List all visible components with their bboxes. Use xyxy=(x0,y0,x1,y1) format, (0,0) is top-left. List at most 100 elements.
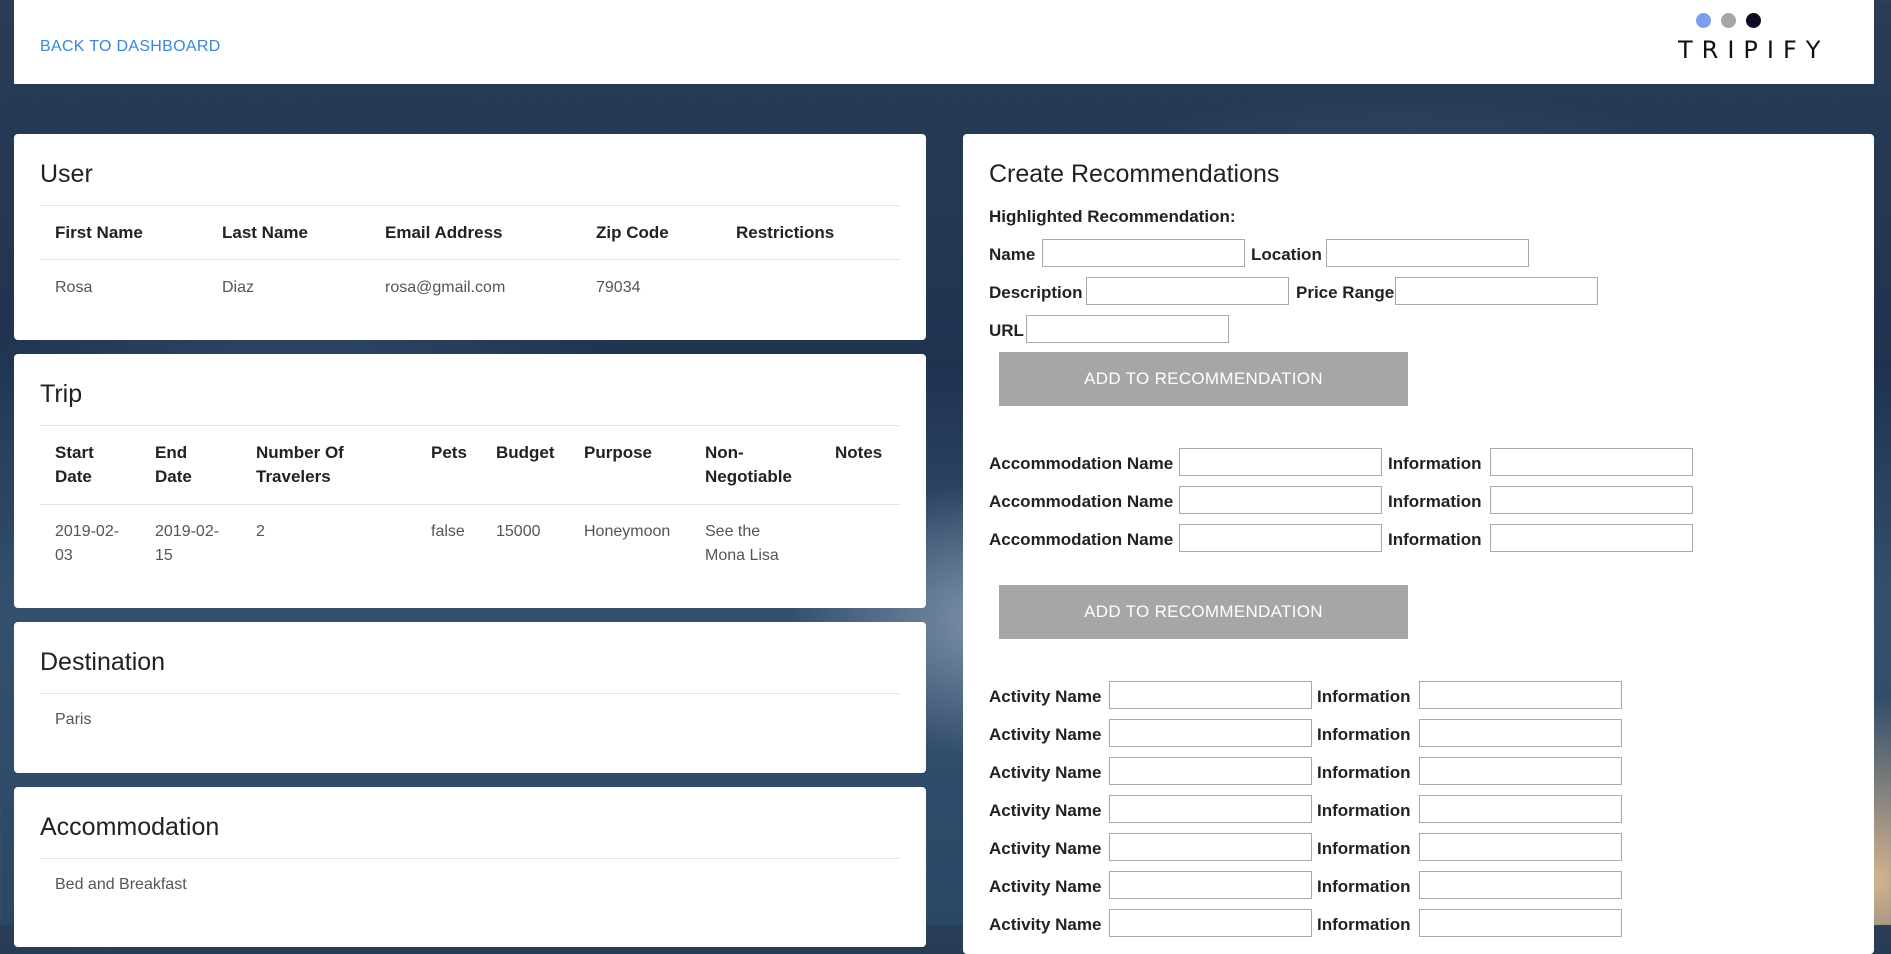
trip-header-line: Purpose xyxy=(584,443,653,462)
activity-name-input[interactable] xyxy=(1109,795,1312,823)
top-bar: BACK TO DASHBOARD TRIPIFY xyxy=(14,0,1874,84)
create-recommendations-card: Create Recommendations Highlighted Recom… xyxy=(963,134,1874,954)
information-label: Information xyxy=(1317,915,1411,934)
divider xyxy=(40,693,900,694)
destination-card: Destination Paris xyxy=(14,622,926,773)
user-header-restrictions: Restrictions xyxy=(736,223,835,242)
information-input[interactable] xyxy=(1419,681,1622,709)
divider xyxy=(40,259,900,260)
trip-header-purpose: Purpose xyxy=(584,441,652,465)
information-label: Information xyxy=(1317,839,1411,858)
information-label: Information xyxy=(1388,454,1482,473)
information-input[interactable] xyxy=(1419,719,1622,747)
information-input[interactable] xyxy=(1419,795,1622,823)
trip-value-pets: false xyxy=(431,520,465,544)
activity-name-input[interactable] xyxy=(1109,719,1312,747)
information-label: Information xyxy=(1317,801,1411,820)
information-input[interactable] xyxy=(1490,524,1693,552)
information-input[interactable] xyxy=(1490,448,1693,476)
information-input[interactable] xyxy=(1419,871,1622,899)
activity-name-input[interactable] xyxy=(1109,757,1312,785)
trip-value-line: Honeymoon xyxy=(584,523,671,540)
activity-name-label: Activity Name xyxy=(989,915,1102,934)
trip-value-line: false xyxy=(431,523,465,540)
tripify-logo[interactable]: TRIPIFY xyxy=(1678,12,1848,64)
trip-value-travelers: 2 xyxy=(256,520,265,544)
trip-header-line: End xyxy=(155,443,188,462)
trip-header-line: Budget xyxy=(496,443,555,462)
destination-card-title: Destination xyxy=(40,648,166,676)
activity-name-input[interactable] xyxy=(1109,833,1312,861)
trip-value-purpose: Honeymoon xyxy=(584,520,670,544)
user-header-last-name: Last Name xyxy=(222,223,308,242)
url-input[interactable] xyxy=(1026,315,1229,343)
destination-value: Paris xyxy=(55,711,92,728)
accommodation-name-input[interactable] xyxy=(1179,524,1382,552)
divider xyxy=(40,858,900,859)
trip-value-line: 15000 xyxy=(496,523,541,540)
location-input[interactable] xyxy=(1326,239,1529,267)
trip-card-title: Trip xyxy=(40,380,83,408)
user-card: User First Name Last Name Email Address … xyxy=(14,134,926,340)
location-label: Location xyxy=(1251,245,1322,264)
trip-header-travelers: Number Of Travelers xyxy=(256,441,344,489)
back-to-dashboard-link[interactable]: BACK TO DASHBOARD xyxy=(40,38,221,56)
add-accommodations-button[interactable]: ADD TO RECOMMENDATION xyxy=(999,585,1408,639)
user-first-name: Rosa xyxy=(55,279,93,296)
information-input[interactable] xyxy=(1490,486,1693,514)
user-header-zip: Zip Code xyxy=(596,223,669,242)
name-label: Name xyxy=(989,245,1036,264)
accommodation-name-input[interactable] xyxy=(1179,448,1382,476)
logo-wordmark: TRIPIFY xyxy=(1678,36,1830,64)
url-label: URL xyxy=(989,321,1024,340)
information-input[interactable] xyxy=(1419,757,1622,785)
price-range-input[interactable] xyxy=(1395,277,1598,305)
add-highlighted-recommendation-button[interactable]: ADD TO RECOMMENDATION xyxy=(999,352,1408,406)
user-header-email: Email Address xyxy=(385,223,503,242)
trip-header-line: Travelers xyxy=(256,467,331,486)
trip-value-non-negotiable: See the Mona Lisa xyxy=(705,520,779,568)
trip-header-line: Start xyxy=(55,443,94,462)
trip-value-line: 2019-02- xyxy=(55,523,120,540)
trip-value-end-date: 2019-02- 15 xyxy=(155,520,219,568)
accommodation-card-title: Accommodation xyxy=(40,813,220,841)
information-label: Information xyxy=(1317,725,1411,744)
trip-header-notes: Notes xyxy=(835,441,882,465)
trip-value-line: 2 xyxy=(256,523,265,540)
trip-header-line: Date xyxy=(55,467,92,486)
user-email: rosa@gmail.com xyxy=(385,279,506,296)
create-recommendations-title: Create Recommendations xyxy=(989,160,1280,188)
information-input[interactable] xyxy=(1419,833,1622,861)
trip-value-line: 2019-02- xyxy=(155,523,220,540)
information-label: Information xyxy=(1317,687,1411,706)
user-header-first-name: First Name xyxy=(55,223,143,242)
information-label: Information xyxy=(1317,763,1411,782)
trip-value-budget: 15000 xyxy=(496,520,541,544)
activity-name-label: Activity Name xyxy=(989,877,1102,896)
user-card-title: User xyxy=(40,160,93,188)
accommodation-name-label: Accommodation Name xyxy=(989,492,1174,511)
name-input[interactable] xyxy=(1042,239,1245,267)
trip-card: Trip Start Date End Date Number Of Travelers P… xyxy=(14,354,926,608)
accommodation-name-input[interactable] xyxy=(1179,486,1382,514)
divider xyxy=(40,504,900,505)
accommodation-name-label: Accommodation Name xyxy=(989,530,1174,549)
activity-name-label: Activity Name xyxy=(989,763,1102,782)
user-last-name: Diaz xyxy=(222,279,255,296)
description-input[interactable] xyxy=(1086,277,1289,305)
highlighted-recommendation-label: Highlighted Recommendation: xyxy=(989,207,1236,226)
divider xyxy=(40,205,900,206)
trip-value-start-date: 2019-02- 03 xyxy=(55,520,119,568)
activity-name-input[interactable] xyxy=(1109,871,1312,899)
trip-header-budget: Budget xyxy=(496,441,555,465)
activity-name-input[interactable] xyxy=(1109,909,1312,937)
information-input[interactable] xyxy=(1419,909,1622,937)
activity-name-label: Activity Name xyxy=(989,839,1102,858)
information-label: Information xyxy=(1388,492,1482,511)
price-range-label: Price Range xyxy=(1296,283,1395,302)
logo-dot-blue xyxy=(1696,13,1711,28)
trip-header-line: Pets xyxy=(431,443,467,462)
user-zip: 79034 xyxy=(596,279,641,296)
activity-name-input[interactable] xyxy=(1109,681,1312,709)
trip-header-start-date: Start Date xyxy=(55,441,94,489)
